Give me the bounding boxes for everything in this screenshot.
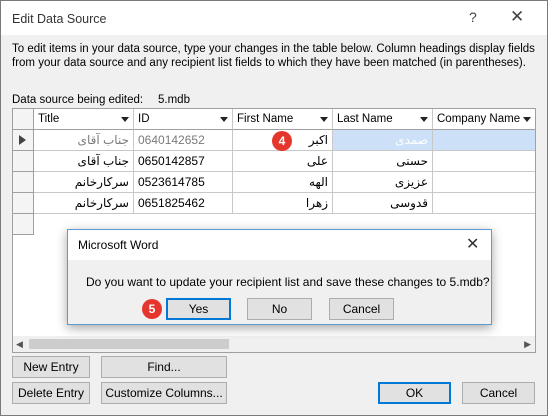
confirm-message: Do you want to update your recipient lis… — [86, 275, 490, 289]
modal-cancel-button[interactable]: Cancel — [329, 298, 394, 320]
dropdown-arrow-icon[interactable] — [420, 117, 428, 122]
edit-data-source-dialog: Edit Data Source ? ✕ To edit items in yo… — [0, 0, 548, 416]
step-4-badge: 4 — [272, 131, 292, 151]
cell-last-name[interactable]: عزیزی — [333, 172, 433, 193]
no-button[interactable]: No — [247, 298, 312, 320]
column-header-title[interactable]: Title — [34, 109, 134, 130]
new-row-selector[interactable] — [13, 214, 34, 235]
cell-first-name[interactable]: علی — [233, 151, 333, 172]
dropdown-arrow-icon[interactable] — [121, 117, 129, 122]
column-header-label: Title — [38, 113, 60, 125]
cell-id[interactable]: 0523614785 — [134, 172, 233, 193]
delete-entry-button[interactable]: Delete Entry — [12, 382, 90, 404]
column-header-label: First Name — [237, 113, 294, 125]
new-entry-button[interactable]: New Entry — [12, 356, 90, 378]
column-header-label: Company Name — [437, 113, 521, 125]
data-source-value: 5.mdb — [158, 94, 190, 106]
corner-header — [13, 109, 34, 130]
customize-columns-button[interactable]: Customize Columns... — [101, 382, 227, 404]
cell-id[interactable]: 0651825462 — [134, 193, 233, 214]
cell-title[interactable]: سرکارخانم — [34, 193, 134, 214]
data-source-label: Data source being edited: — [12, 94, 144, 106]
column-header-first-name[interactable]: First Name — [233, 109, 333, 130]
cell-first-name[interactable]: الهه — [233, 172, 333, 193]
column-header-last-name[interactable]: Last Name — [333, 109, 433, 130]
dropdown-arrow-icon[interactable] — [523, 117, 531, 122]
current-row-icon — [19, 135, 26, 145]
cell-company-name[interactable] — [433, 193, 535, 214]
confirm-dialog-title: Microsoft Word — [78, 238, 159, 252]
cell-title[interactable]: سرکارخانم — [34, 172, 134, 193]
horizontal-scrollbar[interactable]: ◀ ▶ — [13, 336, 535, 352]
cell-company-name[interactable] — [433, 172, 535, 193]
dialog-title: Edit Data Source — [12, 12, 107, 26]
step-5-badge: 5 — [142, 299, 162, 319]
row-selector[interactable] — [13, 193, 34, 214]
cell-id[interactable]: 0650142857 — [134, 151, 233, 172]
cell-last-name[interactable]: قدوسی — [333, 193, 433, 214]
cell-title[interactable]: جناب آقای — [34, 151, 134, 172]
dropdown-arrow-icon[interactable] — [220, 117, 228, 122]
row-selector[interactable] — [13, 172, 34, 193]
row-selector[interactable] — [13, 130, 34, 151]
cell-first-name[interactable]: زهرا — [233, 193, 333, 214]
instructions-text: To edit items in your data source, type … — [12, 43, 535, 69]
column-header-label: Last Name — [337, 113, 393, 125]
yes-button[interactable]: Yes — [166, 298, 231, 320]
dropdown-arrow-icon[interactable] — [320, 117, 328, 122]
cell-company-name[interactable] — [433, 151, 535, 172]
close-icon[interactable]: ✕ — [510, 7, 524, 27]
cell-title[interactable]: جناب آقای — [34, 130, 134, 151]
column-header-company-name[interactable]: Company Name — [433, 109, 535, 130]
find-button[interactable]: Find... — [101, 356, 227, 378]
column-header-label: ID — [138, 113, 150, 125]
help-icon[interactable]: ? — [469, 9, 477, 25]
ok-button[interactable]: OK — [378, 382, 451, 404]
close-icon[interactable]: ✕ — [466, 234, 479, 254]
scroll-left-icon[interactable]: ◀ — [16, 339, 23, 350]
dialog-titlebar: Edit Data Source ? ✕ — [1, 1, 547, 35]
cell-id[interactable]: 0640142652 — [134, 130, 233, 151]
cancel-button[interactable]: Cancel — [462, 382, 535, 404]
confirm-dialog: Microsoft Word ✕ Do you want to update y… — [67, 229, 492, 325]
scrollbar-thumb[interactable] — [29, 339, 229, 349]
column-header-id[interactable]: ID — [134, 109, 233, 130]
scroll-right-icon[interactable]: ▶ — [524, 339, 531, 350]
cell-last-name[interactable]: صمدی — [333, 130, 433, 151]
cell-last-name[interactable]: حسنی — [333, 151, 433, 172]
cell-company-name[interactable] — [433, 130, 535, 151]
confirm-dialog-titlebar: Microsoft Word ✕ — [68, 230, 491, 260]
row-selector[interactable] — [13, 151, 34, 172]
